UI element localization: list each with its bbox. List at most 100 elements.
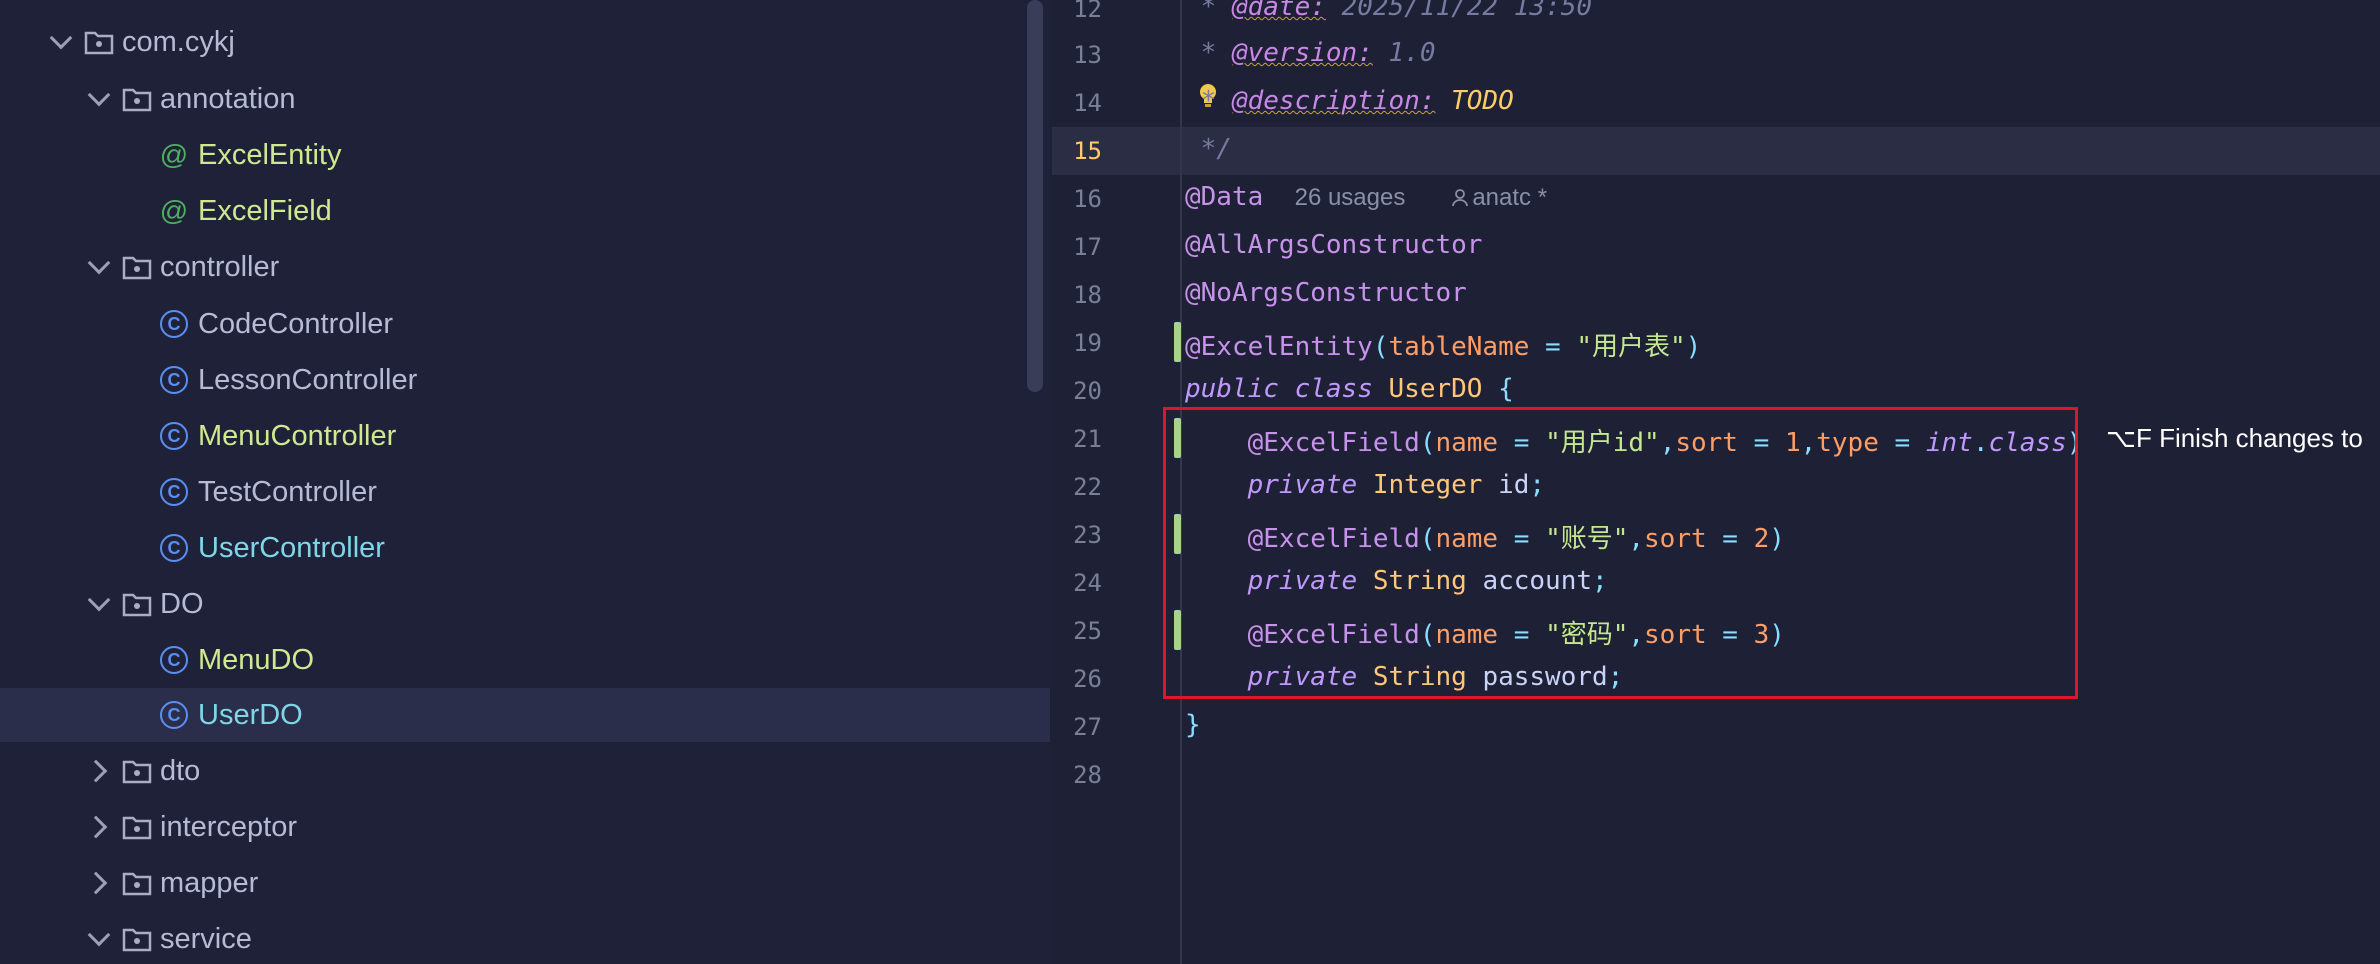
author-hint[interactable]: anatc * — [1452, 184, 1547, 211]
line-number: 23 — [1073, 521, 1102, 549]
author-name: anatc * — [1472, 184, 1548, 211]
comment-text: * — [1185, 86, 1232, 116]
tree-row-com-cykj[interactable]: com.cykj — [0, 15, 1050, 69]
code-editor[interactable]: 12 13 14 15 16 17 18 19 20 21 22 23 24 2… — [1052, 0, 2380, 964]
line-number: 12 — [1073, 0, 1102, 23]
tree-item-label: UserController — [198, 531, 385, 564]
finish-changes-hint[interactable]: ⌥F Finish changes to — [2106, 423, 2363, 454]
comment-text: * — [1185, 0, 1232, 22]
tree-row-test-controller[interactable]: C TestController — [0, 465, 1050, 519]
class-name: UserDO — [1388, 374, 1483, 404]
tree-row-do[interactable]: DO — [0, 577, 1050, 631]
change-marker[interactable] — [1174, 322, 1181, 362]
package-folder-icon — [122, 760, 152, 784]
annotation-token: @Data — [1185, 182, 1264, 212]
tree-row-interceptor[interactable]: interceptor — [0, 800, 1050, 854]
tree-row-annotation[interactable]: annotation — [0, 72, 1050, 126]
chevron-down-icon[interactable] — [86, 83, 112, 112]
line-number: 24 — [1073, 569, 1102, 597]
tree-item-label: com.cykj — [122, 25, 235, 58]
chevron-down-icon[interactable] — [86, 251, 112, 280]
tree-row-user-do[interactable]: C UserDO — [0, 688, 1050, 742]
tree-item-label: DO — [160, 587, 204, 620]
line-number: 28 — [1073, 761, 1102, 789]
package-folder-icon — [84, 31, 114, 55]
tree-item-label: interceptor — [160, 810, 298, 843]
annotation-type-icon: @ — [159, 139, 189, 170]
class-icon: C — [160, 422, 188, 450]
tree-item-label: mapper — [160, 866, 259, 899]
tree-item-label: MenuController — [198, 419, 397, 452]
string-literal: "用户表" — [1576, 332, 1686, 362]
tree-item-label: service — [160, 922, 252, 955]
comment-text: 2025/11/22 13:50 — [1325, 0, 1592, 22]
package-folder-icon — [122, 593, 152, 617]
keyword: public — [1185, 374, 1279, 404]
tree-row-excel-entity[interactable]: @ ExcelEntity — [0, 128, 1050, 182]
current-line-highlight — [1052, 127, 2380, 175]
class-icon: C — [160, 310, 188, 338]
usages-hint[interactable]: 26 usages — [1295, 184, 1406, 211]
tree-row-service[interactable]: service — [0, 912, 1050, 964]
package-folder-icon — [122, 256, 152, 280]
comment-text: 1.0 — [1372, 38, 1436, 68]
tree-row-controller[interactable]: controller — [0, 240, 1050, 294]
javadoc-tag: @description: — [1231, 86, 1436, 116]
brace: } — [1185, 710, 1201, 740]
chevron-right-icon[interactable] — [84, 814, 112, 840]
tree-item-label: UserDO — [198, 698, 303, 731]
tree-row-excel-field[interactable]: @ ExcelField — [0, 184, 1050, 238]
tree-item-label: controller — [160, 250, 280, 283]
line-number: 17 — [1073, 233, 1102, 261]
package-folder-icon — [122, 816, 152, 840]
javadoc-tag: @date: — [1231, 0, 1326, 22]
class-icon: C — [160, 534, 188, 562]
line-number: 21 — [1073, 425, 1102, 453]
code-line-27: } — [1185, 710, 1201, 740]
tree-row-dto[interactable]: dto — [0, 744, 1050, 798]
line-number: 27 — [1073, 713, 1102, 741]
tree-item-label: TestController — [198, 475, 377, 508]
line-number: 20 — [1073, 377, 1102, 405]
tree-row-user-controller[interactable]: C UserController — [0, 521, 1050, 575]
annotation-token: @NoArgsConstructor — [1185, 278, 1467, 308]
line-number: 19 — [1073, 329, 1102, 357]
line-number-current: 15 — [1073, 137, 1102, 165]
code-line-12: * @date: 2025/11/22 13:50 — [1185, 0, 1592, 22]
tree-row-code-controller[interactable]: C CodeController — [0, 297, 1050, 351]
chevron-right-icon[interactable] — [84, 758, 112, 784]
code-line-16: @Data 26 usages anatc * — [1185, 182, 1547, 212]
class-icon: C — [160, 366, 188, 394]
todo-text: TODO — [1435, 86, 1514, 116]
user-icon — [1452, 189, 1469, 207]
annotation-type-icon: @ — [159, 195, 189, 226]
tree-item-label: CodeController — [198, 307, 394, 340]
chevron-down-icon[interactable] — [86, 588, 112, 617]
project-tree: com.cykj annotation @ ExcelEntity @ Exce… — [0, 0, 1050, 964]
tree-item-label: annotation — [160, 82, 296, 115]
class-icon: C — [160, 478, 188, 506]
tree-row-mapper[interactable]: mapper — [0, 856, 1050, 910]
chevron-down-icon[interactable] — [48, 26, 74, 55]
javadoc-tag: @version: — [1231, 38, 1373, 68]
tree-scrollbar[interactable] — [1027, 0, 1043, 392]
tree-item-label: LessonController — [198, 363, 418, 396]
tree-row-menu-do[interactable]: C MenuDO — [0, 633, 1050, 687]
tree-item-label: dto — [160, 754, 201, 787]
tree-row-menu-controller[interactable]: C MenuController — [0, 409, 1050, 463]
tree-item-label: ExcelEntity — [198, 138, 342, 171]
package-folder-icon — [122, 872, 152, 896]
chevron-down-icon[interactable] — [86, 923, 112, 952]
line-number: 16 — [1073, 185, 1102, 213]
code-line-17: @AllArgsConstructor — [1185, 230, 1482, 260]
chevron-right-icon[interactable] — [84, 870, 112, 896]
annotation-token: @ExcelEntity — [1185, 332, 1373, 362]
package-folder-icon — [122, 928, 152, 952]
class-icon: C — [160, 701, 188, 729]
code-line-13: * @version: 1.0 — [1185, 38, 1436, 68]
comment-text: * — [1185, 38, 1232, 68]
tree-row-lesson-controller[interactable]: C LessonController — [0, 353, 1050, 407]
brace: { — [1498, 374, 1514, 404]
line-number: 18 — [1073, 281, 1102, 309]
code-line-20: public class UserDO { — [1185, 374, 1514, 404]
